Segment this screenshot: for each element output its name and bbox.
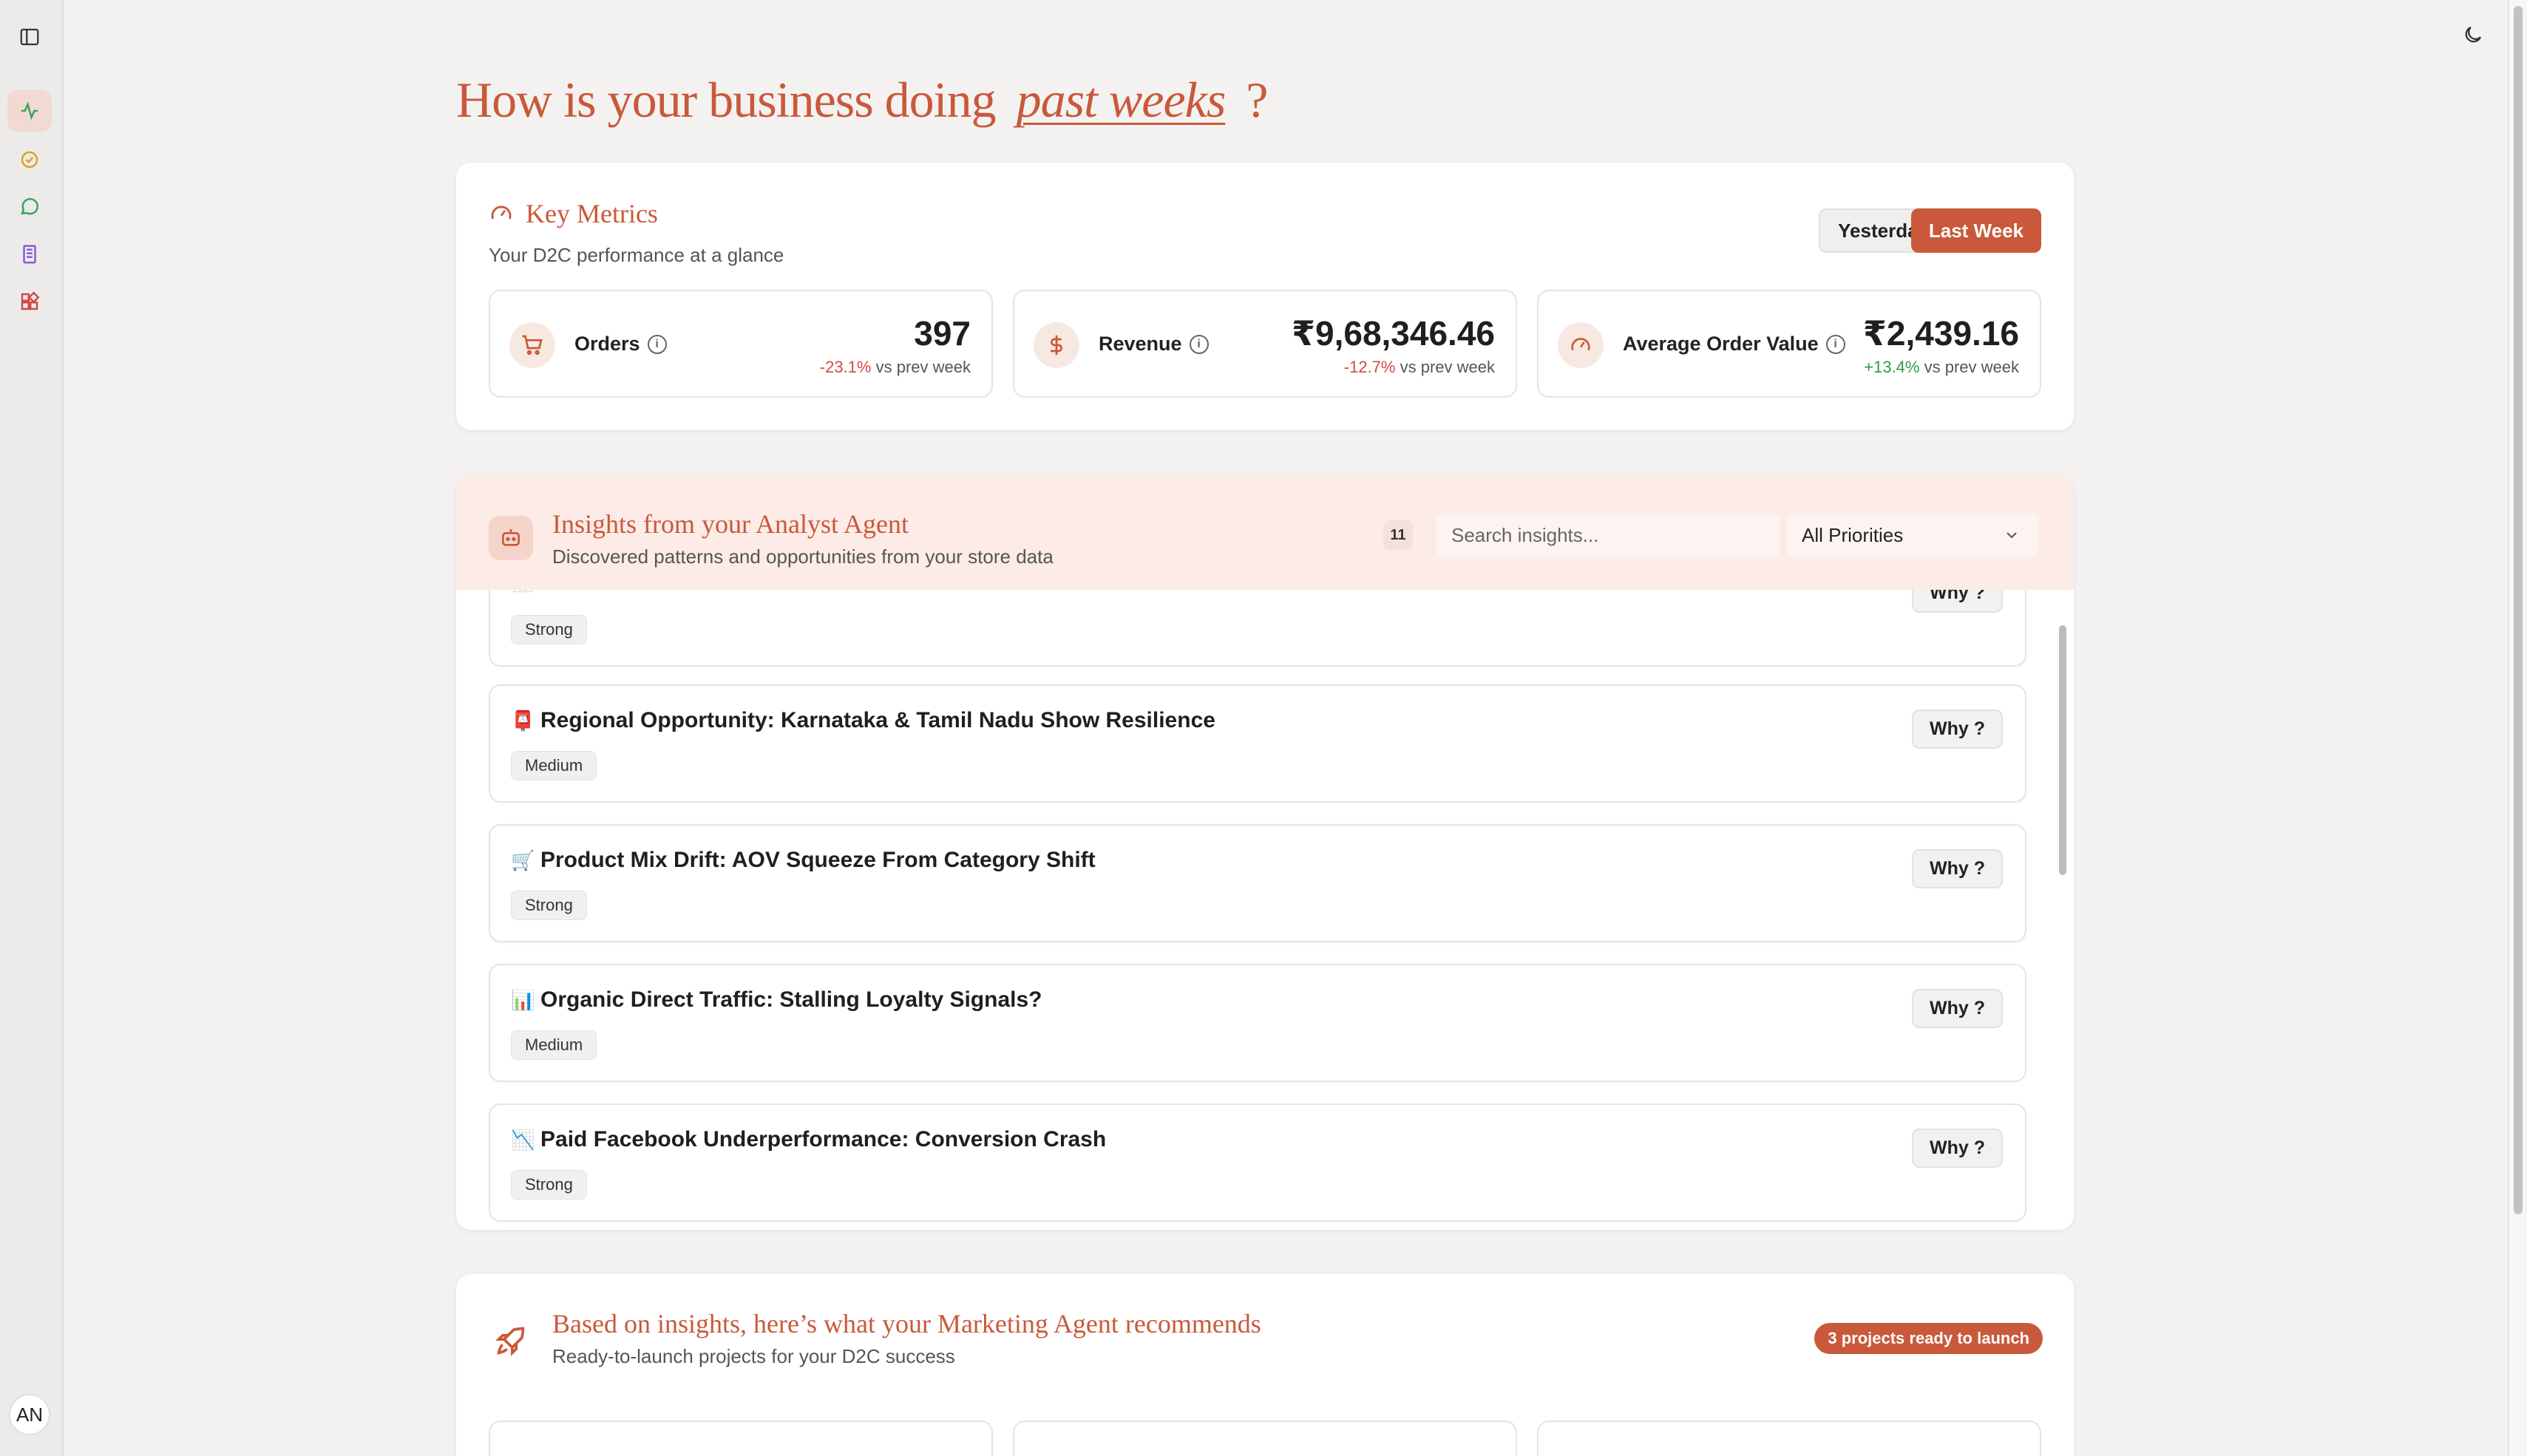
list-item[interactable]: 🛒 Product Mix Drift: AOV Squeeze From Cat… xyxy=(489,824,2026,942)
insights-header: Insights from your Analyst Agent Discove… xyxy=(456,474,2074,590)
metric-label: Revenue i xyxy=(1099,333,1209,356)
chat-icon[interactable] xyxy=(7,186,52,228)
strength-badge: Strong xyxy=(511,1170,587,1200)
why-button[interactable]: Why ? xyxy=(1912,710,2003,749)
title-prefix: How is your business doing xyxy=(456,72,997,128)
dollar-icon xyxy=(1034,322,1079,368)
building-icon[interactable] xyxy=(7,234,52,275)
insights-title: Insights from your Analyst Agent xyxy=(552,509,909,539)
projects-ready-badge: 3 projects ready to launch xyxy=(1814,1323,2043,1354)
key-metrics-subtitle: Your D2C performance at a glance xyxy=(489,244,784,266)
key-metrics-header: Key Metrics xyxy=(489,198,658,229)
period-selector[interactable]: past weeks xyxy=(1017,71,1227,129)
insight-title: 🛒 Product Mix Drift: AOV Squeeze From Cat… xyxy=(511,848,1096,872)
page-scrollbar[interactable] xyxy=(2508,0,2527,1456)
key-metrics-card: Key Metrics Your D2C performance at a gl… xyxy=(456,163,2074,430)
strength-badge: Strong xyxy=(511,891,587,920)
why-button[interactable]: Why ? xyxy=(1912,1129,2003,1168)
why-button[interactable]: Why ? xyxy=(1912,849,2003,888)
gauge-icon xyxy=(491,205,512,220)
page-scrollbar-thumb[interactable] xyxy=(2514,6,2523,1214)
avatar[interactable]: AN xyxy=(9,1394,50,1435)
priority-filter-select[interactable]: All Priorities xyxy=(1787,513,2038,557)
cart-icon xyxy=(509,322,555,368)
priority-filter-value: All Priorities xyxy=(1802,523,1904,546)
insight-title: 📊 Organic Direct Traffic: Stalling Loyalt… xyxy=(511,987,1042,1012)
metric-value: ₹9,68,346.46 xyxy=(1291,314,1495,353)
metric-value: 397 xyxy=(914,314,971,353)
metric-change: -12.7% vs prev week xyxy=(1343,358,1495,376)
insight-title: 📮 Regional Opportunity: Karnataka & Tamil… xyxy=(511,708,1215,732)
sidebar: AN xyxy=(0,0,64,1456)
insight-title: 📅 xyxy=(511,590,540,595)
strength-badge: Medium xyxy=(511,751,597,780)
apps-icon[interactable] xyxy=(7,281,52,322)
recommendations-subtitle: Ready-to-launch projects for your D2C su… xyxy=(552,1345,955,1367)
project-card[interactable] xyxy=(1537,1421,2041,1456)
list-item[interactable]: 📅 Strong Why ? xyxy=(489,590,2026,667)
metric-revenue: Revenue i ₹9,68,346.46 -12.7% vs prev we… xyxy=(1013,290,1517,398)
recommendations-card: Based on insights, here’s what your Mark… xyxy=(456,1274,2074,1456)
page-title: How is your business doing past weeks ? xyxy=(456,71,1268,129)
moon-icon[interactable] xyxy=(2459,21,2487,49)
info-icon[interactable]: i xyxy=(1825,334,1845,354)
list-item[interactable]: 📊 Organic Direct Traffic: Stalling Loyalt… xyxy=(489,964,2026,1082)
list-item[interactable]: 📉 Paid Facebook Underperformance: Convers… xyxy=(489,1103,2026,1222)
metric-aov: Average Order Value i ₹2,439.16 +13.4% v… xyxy=(1537,290,2041,398)
strength-badge: Medium xyxy=(511,1030,597,1060)
metric-orders: Orders i 397 -23.1% vs prev week xyxy=(489,290,993,398)
metric-label: Average Order Value i xyxy=(1623,333,1845,356)
robot-icon xyxy=(489,516,533,560)
toggle-sidebar-icon[interactable] xyxy=(7,16,52,58)
title-suffix: ? xyxy=(1246,72,1268,128)
insight-title: 📉 Paid Facebook Underperformance: Convers… xyxy=(511,1127,1107,1151)
metric-change: -23.1% vs prev week xyxy=(819,358,971,376)
insights-list[interactable]: 📅 Strong Why ? 📮Regional Opportunity: Ka… xyxy=(489,590,2026,1230)
range-last-week-button[interactable]: Last Week xyxy=(1910,208,2041,253)
metric-value: ₹2,439.16 xyxy=(1862,314,2019,353)
gauge-icon xyxy=(1558,322,1604,368)
project-card[interactable] xyxy=(489,1421,993,1456)
check-circle-icon[interactable] xyxy=(7,139,52,180)
why-button[interactable]: Why ? xyxy=(1912,989,2003,1028)
info-icon[interactable]: i xyxy=(1189,334,1209,354)
recommendations-title: Based on insights, here’s what your Mark… xyxy=(552,1309,1261,1338)
search-insights-input[interactable] xyxy=(1437,513,1780,557)
why-button[interactable]: Why ? xyxy=(1912,590,2003,613)
activity-icon[interactable] xyxy=(7,90,52,132)
info-icon[interactable]: i xyxy=(647,334,667,354)
insights-scrollbar[interactable] xyxy=(2059,625,2066,875)
metric-label: Orders i xyxy=(574,333,667,356)
project-card[interactable] xyxy=(1013,1421,1517,1456)
insights-count-badge: 11 xyxy=(1383,520,1413,550)
chevron-down-icon xyxy=(2007,532,2017,539)
rocket-icon xyxy=(495,1327,525,1356)
strength-badge: Strong xyxy=(511,615,587,644)
metric-change: +13.4% vs prev week xyxy=(1864,358,2019,376)
insights-card: Insights from your Analyst Agent Discove… xyxy=(456,474,2074,1230)
insights-subtitle: Discovered patterns and opportunities fr… xyxy=(552,545,1054,568)
list-item[interactable]: 📮 Regional Opportunity: Karnataka & Tamil… xyxy=(489,684,2026,803)
key-metrics-title: Key Metrics xyxy=(526,199,658,228)
